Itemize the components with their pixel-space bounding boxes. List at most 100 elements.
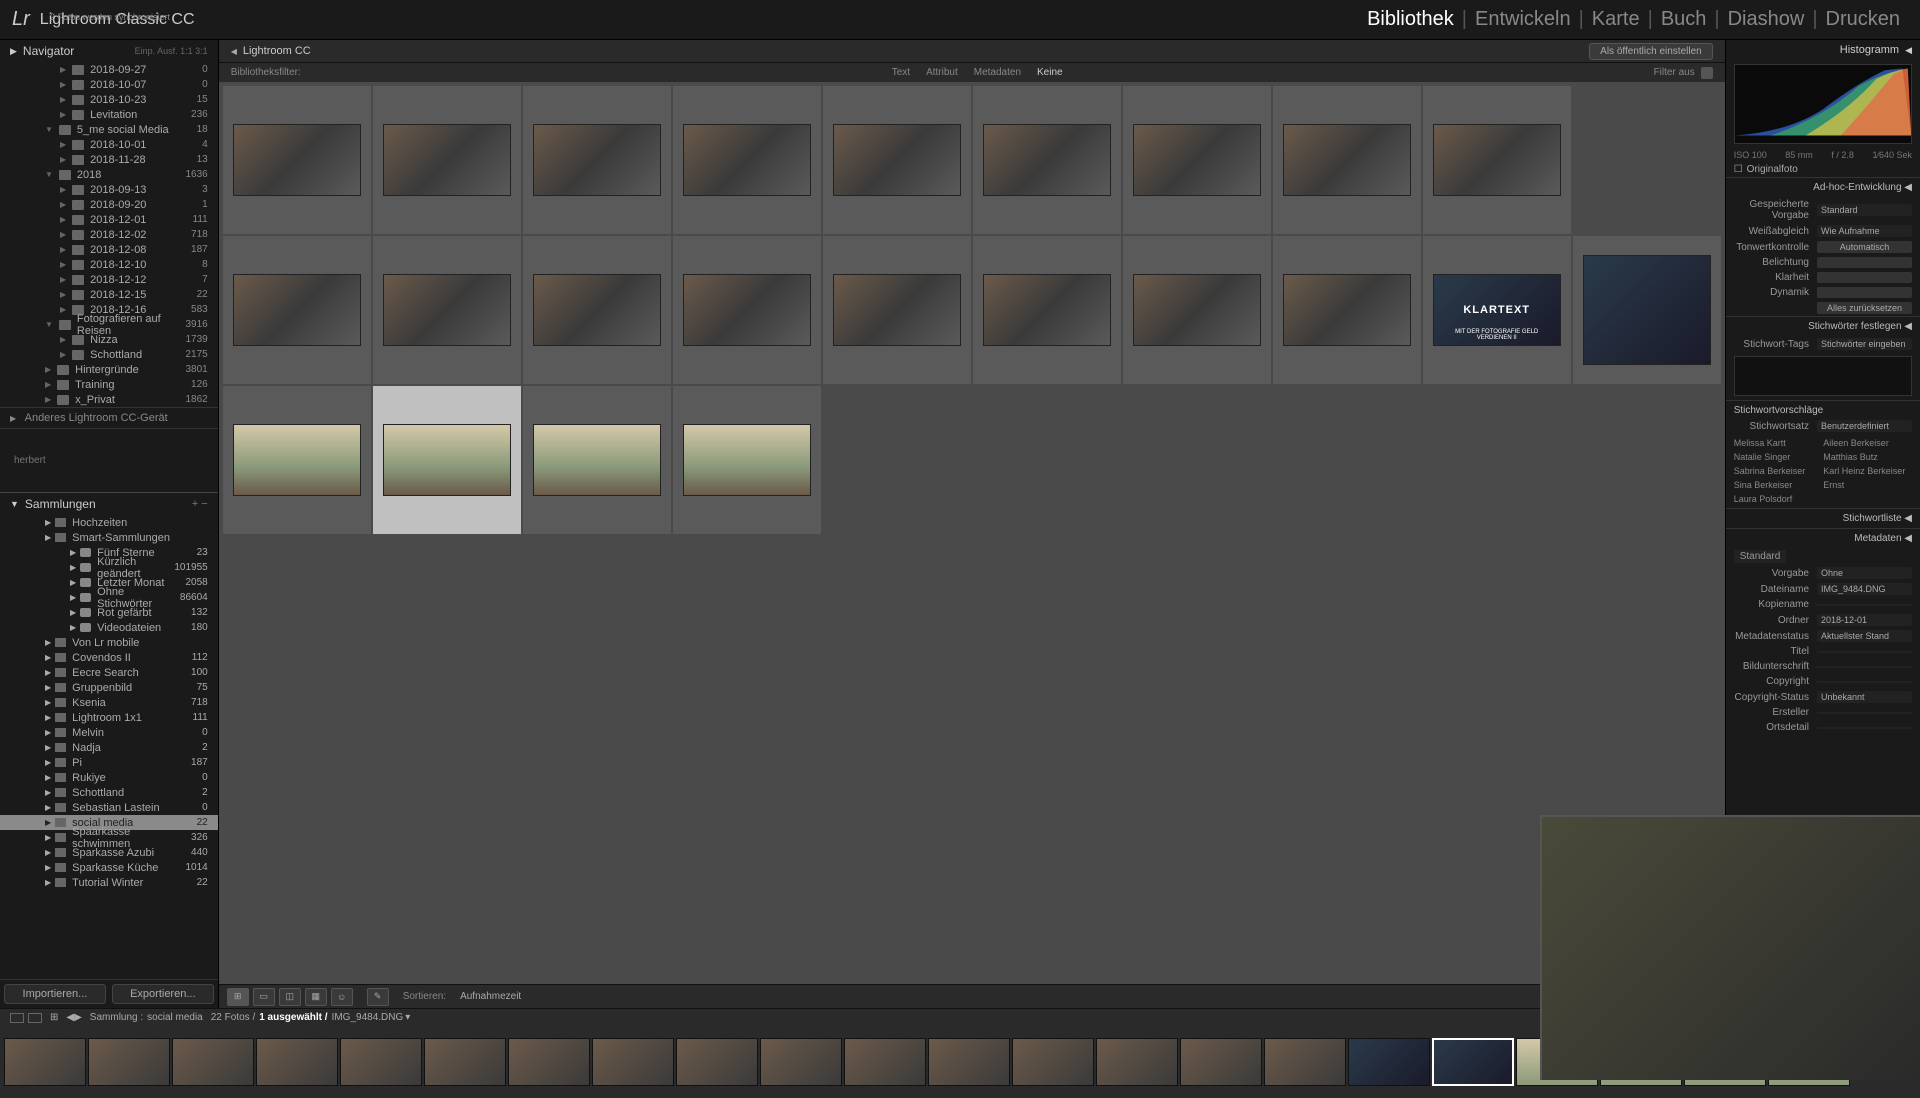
collection-row[interactable]: ▶Ksenia718 [0, 695, 218, 710]
nav-fwd-icon[interactable]: ▶ [74, 1012, 82, 1023]
nav-back-icon[interactable]: ◀ [66, 1012, 74, 1023]
view-survey-button[interactable]: ▦ [305, 988, 327, 1006]
navigator-header[interactable]: ▶ Navigator Einp. Ausf. 1:1 3:1 [0, 40, 218, 62]
meta-copyname-input[interactable] [1817, 604, 1912, 606]
filmstrip-thumb[interactable] [928, 1038, 1010, 1086]
thumbnail-cell[interactable] [673, 236, 821, 384]
breadcrumb-path[interactable]: Lightroom CC [243, 45, 311, 57]
search-input-3[interactable] [10, 474, 208, 489]
exposure-slider[interactable] [1817, 257, 1912, 268]
filter-tab-text[interactable]: Text [884, 67, 918, 78]
folder-row[interactable]: ▶Training126 [0, 377, 218, 392]
thumbnail-cell[interactable] [1273, 236, 1421, 384]
metadata-header[interactable]: Metadaten ◀ [1726, 528, 1920, 548]
histogram-display[interactable] [1734, 64, 1912, 144]
module-book[interactable]: Buch [1653, 8, 1715, 31]
folder-row[interactable]: ▶2018-09-270 [0, 62, 218, 77]
thumbnail-cell[interactable] [823, 236, 971, 384]
thumbnail-cell[interactable] [223, 86, 371, 234]
collection-row[interactable]: ▶Covendos II112 [0, 650, 218, 665]
thumbnail-cell[interactable] [1573, 236, 1721, 384]
meta-preset-dropdown[interactable]: Ohne [1817, 567, 1912, 579]
clarity-slider[interactable] [1817, 272, 1912, 283]
meta-copyright-input[interactable] [1817, 681, 1912, 683]
filmstrip-thumb[interactable] [1348, 1038, 1430, 1086]
folder-row[interactable]: ▶Levitation236 [0, 107, 218, 122]
filter-tab-none[interactable]: Keine [1029, 67, 1071, 78]
wb-dropdown[interactable]: Wie Aufnahme [1817, 225, 1912, 237]
collection-row[interactable]: ▶Videodateien180 [0, 620, 218, 635]
reset-all-button[interactable]: Alles zurücksetzen [1817, 302, 1912, 314]
thumbnail-cell[interactable] [1123, 86, 1271, 234]
module-print[interactable]: Drucken [1818, 8, 1908, 31]
folder-row[interactable]: ▶2018-10-070 [0, 77, 218, 92]
folder-row[interactable]: ▶2018-12-08187 [0, 242, 218, 257]
collection-row[interactable]: ▶Spaarkasse schwimmen326 [0, 830, 218, 845]
filmstrip-thumb[interactable] [256, 1038, 338, 1086]
folder-row[interactable]: ▶2018-09-133 [0, 182, 218, 197]
collection-row[interactable]: ▶Rot gefärbt132 [0, 605, 218, 620]
search-input-1[interactable] [10, 432, 208, 447]
keyword-suggestion[interactable]: Natalie Singer [1734, 452, 1820, 462]
module-develop[interactable]: Entwickeln [1467, 8, 1579, 31]
collections-header[interactable]: ▼ Sammlungen + − [0, 492, 218, 515]
thumbnail-cell[interactable] [1123, 236, 1271, 384]
filmstrip-thumb[interactable] [760, 1038, 842, 1086]
keyword-suggestion[interactable]: Sabrina Berkeiser [1734, 466, 1820, 476]
meta-caption-input[interactable] [1817, 666, 1912, 668]
keyword-suggestion[interactable]: Sina Berkeiser [1734, 480, 1820, 490]
thumbnail-cell[interactable] [673, 386, 821, 534]
keyword-suggestion[interactable]: Matthias Butz [1823, 452, 1909, 462]
collections-add-icon[interactable]: + − [192, 498, 208, 510]
histogram-header[interactable]: Histogramm ◀ [1726, 40, 1920, 60]
quick-develop-header[interactable]: Ad-hoc-Entwicklung ◀ [1726, 177, 1920, 197]
info-collection-name[interactable]: social media [147, 1012, 203, 1023]
view-people-button[interactable]: ☺ [331, 988, 353, 1006]
filter-tab-attribute[interactable]: Attribut [918, 67, 966, 78]
module-map[interactable]: Karte [1584, 8, 1648, 31]
collection-row[interactable]: ▶Von Lr mobile [0, 635, 218, 650]
keyword-tags-input[interactable]: Stichwörter eingeben [1817, 338, 1912, 350]
collection-row[interactable]: ▶Gruppenbild75 [0, 680, 218, 695]
filmstrip-thumb[interactable] [340, 1038, 422, 1086]
thumbnail-cell[interactable]: KLARTEXTMIT DER FOTOGRAFIE GELD VERDIENE… [1423, 236, 1571, 384]
keyword-suggestion[interactable]: Karl Heinz Berkeiser [1823, 466, 1909, 476]
export-button[interactable]: Exportieren... [112, 984, 214, 1004]
collection-row[interactable]: ▶Pi187 [0, 755, 218, 770]
filmstrip-thumb[interactable] [1180, 1038, 1262, 1086]
collection-row[interactable]: ▶Sebastian Lastein0 [0, 800, 218, 815]
view-compare-button[interactable]: ◫ [279, 988, 301, 1006]
folder-row[interactable]: ▶2018-12-108 [0, 257, 218, 272]
collection-row[interactable]: ▶Sparkasse Küche1014 [0, 860, 218, 875]
preset-dropdown[interactable]: Standard [1817, 204, 1912, 216]
filmstrip-thumb[interactable] [1264, 1038, 1346, 1086]
folder-row[interactable]: ▶2018-10-2315 [0, 92, 218, 107]
other-device-section[interactable]: ▶ Anderes Lightroom CC-Gerät [0, 407, 218, 429]
auto-tone-button[interactable]: Automatisch [1817, 241, 1912, 253]
collection-row[interactable]: ▶Smart-Sammlungen [0, 530, 218, 545]
filmstrip-thumb[interactable] [1012, 1038, 1094, 1086]
metadata-set-dropdown[interactable]: Standard [1734, 550, 1787, 563]
thumbnail-cell[interactable] [973, 236, 1121, 384]
folder-row[interactable]: ▶2018-12-1522 [0, 287, 218, 302]
module-slideshow[interactable]: Diashow [1720, 8, 1813, 31]
folder-row[interactable]: ▼20181636 [0, 167, 218, 182]
filmstrip-thumb[interactable] [1432, 1038, 1514, 1086]
thumbnail-cell[interactable] [373, 386, 521, 534]
collection-row[interactable]: ▶Ohne Stichwörter86604 [0, 590, 218, 605]
filmstrip-thumb[interactable] [592, 1038, 674, 1086]
folder-row[interactable]: ▶2018-12-02718 [0, 227, 218, 242]
make-public-button[interactable]: Als öffentlich einstellen [1589, 43, 1713, 60]
collection-row[interactable]: ▶Hochzeiten [0, 515, 218, 530]
thumbnail-cell[interactable] [523, 386, 671, 534]
filmstrip-thumb[interactable] [4, 1038, 86, 1086]
painter-tool-button[interactable]: ✎ [367, 988, 389, 1006]
collection-row[interactable]: ▶Nadja2 [0, 740, 218, 755]
folder-row[interactable]: ▶2018-11-2813 [0, 152, 218, 167]
thumbnail-cell[interactable] [373, 86, 521, 234]
filmstrip-thumb[interactable] [424, 1038, 506, 1086]
keyword-suggestion[interactable]: Aileen Berkeiser [1823, 438, 1909, 448]
folder-row[interactable]: ▶Schottland2175 [0, 347, 218, 362]
keyword-set-dropdown[interactable]: Benutzerdefiniert [1817, 420, 1912, 432]
collection-row[interactable]: ▶Sparkasse Azubi440 [0, 845, 218, 860]
